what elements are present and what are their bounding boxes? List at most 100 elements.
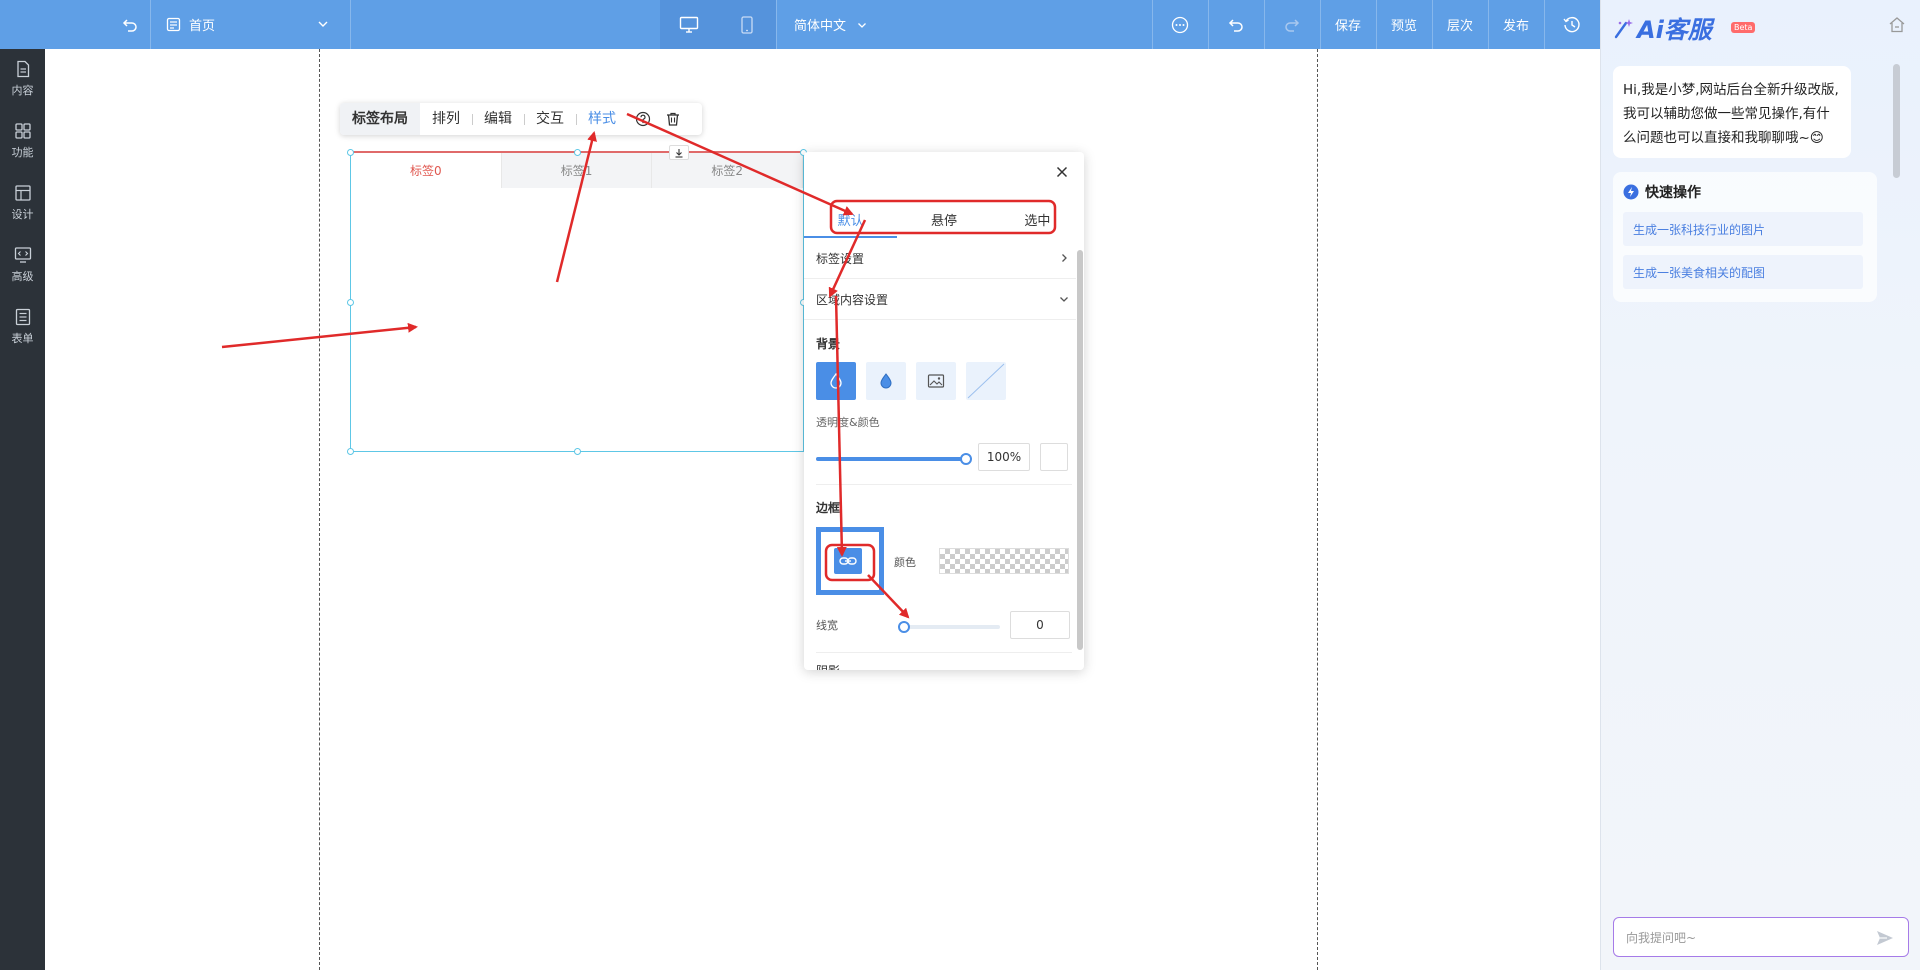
bg-type-transparent-button[interactable] xyxy=(966,362,1006,400)
sidebar-item-label: 设计 xyxy=(11,208,34,221)
home-button[interactable] xyxy=(1888,16,1906,38)
sidebar-item-content[interactable]: 内容 xyxy=(0,53,45,105)
form-icon xyxy=(15,308,30,326)
sidebar-item-label: 高级 xyxy=(11,270,34,283)
opacity-input[interactable]: 100% xyxy=(978,443,1030,471)
layers-button[interactable]: 层次 xyxy=(1432,0,1488,49)
help-button[interactable] xyxy=(628,103,658,135)
delete-button[interactable] xyxy=(658,103,688,135)
border-heading: 边框 xyxy=(816,501,841,515)
sidebar-item-form[interactable]: 表单 xyxy=(0,301,45,353)
widget-tab-0[interactable]: 标签0 xyxy=(351,153,502,188)
edit-button[interactable]: 编辑 xyxy=(472,103,524,135)
component-type-label: 标签布局 xyxy=(340,103,420,135)
ai-question-input[interactable] xyxy=(1626,928,1866,948)
quick-action-food-image[interactable]: 生成一张美食相关的配图 xyxy=(1623,255,1863,289)
state-tab-selected[interactable]: 选中 xyxy=(991,200,1084,238)
history-icon xyxy=(1563,16,1580,32)
border-width-label: 线宽 xyxy=(816,619,838,632)
style-panel: 默认 悬停 选中 标签设置 区域内容设置 背景 透明度&颜色 100% 边框 颜… xyxy=(804,152,1084,670)
resize-handle-n[interactable] xyxy=(574,149,581,156)
bg-type-image-button[interactable] xyxy=(916,362,956,400)
mobile-icon xyxy=(741,15,753,34)
redo-icon xyxy=(1285,18,1300,32)
redo-button[interactable] xyxy=(1264,0,1320,49)
sidebar-item-label: 功能 xyxy=(11,146,34,159)
language-label: 简体中文 xyxy=(793,19,846,34)
border-width-input[interactable]: 0 xyxy=(1010,611,1070,639)
content-area-settings-row[interactable]: 区域内容设置 xyxy=(804,279,1076,320)
desktop-view-button[interactable] xyxy=(660,0,718,49)
more-icon xyxy=(1171,16,1189,33)
top-bar: 首页 简体中文 保存 预览 层次 发布 xyxy=(0,0,1600,49)
history-button[interactable] xyxy=(1544,0,1600,49)
beta-badge: Beta xyxy=(1731,22,1756,33)
opacity-slider[interactable] xyxy=(816,453,972,465)
border-color-label: 颜色 xyxy=(894,556,916,569)
content-guide-right xyxy=(1317,49,1318,970)
sidebar-item-advanced[interactable]: 高级 xyxy=(0,239,45,291)
drop-outline-icon xyxy=(830,372,842,389)
quick-actions-card: 快速操作 生成一张科技行业的图片 生成一张美食相关的配图 xyxy=(1613,172,1877,302)
tab-settings-row[interactable]: 标签设置 xyxy=(804,238,1076,279)
background-type-options xyxy=(816,362,1006,400)
undo-icon xyxy=(1228,18,1243,32)
border-color-swatch[interactable] xyxy=(939,548,1069,574)
border-link-button[interactable] xyxy=(834,548,862,574)
arrange-button[interactable]: 排列 xyxy=(420,103,472,135)
chevron-down-icon xyxy=(1060,297,1068,302)
widget-tab-1[interactable]: 标签1 xyxy=(501,153,653,188)
divider xyxy=(816,652,1072,653)
resize-handle-nw[interactable] xyxy=(347,149,354,156)
tab-layout-widget[interactable]: 标签0 标签1 标签2 xyxy=(350,151,805,452)
opacity-slider-knob[interactable] xyxy=(960,453,972,465)
left-sidebar: 内容 功能 设计 高级 表单 xyxy=(0,49,45,970)
resize-handle-w[interactable] xyxy=(347,299,354,306)
section-label: 区域内容设置 xyxy=(816,292,889,307)
send-button[interactable] xyxy=(1876,930,1894,950)
ai-logo-text: Ai客服 xyxy=(1637,16,1712,44)
document-icon xyxy=(16,60,29,78)
style-button[interactable]: 样式 xyxy=(576,103,628,135)
undo-button[interactable] xyxy=(1208,0,1264,49)
lightning-icon xyxy=(1623,184,1639,200)
ai-greeting-message: Hi,我是小梦,网站后台全新升级改版,我可以辅助您做一些常见操作,有什么问题也可… xyxy=(1613,66,1851,158)
interaction-button[interactable]: 交互 xyxy=(524,103,576,135)
resize-handle-s[interactable] xyxy=(574,448,581,455)
background-color-swatch[interactable] xyxy=(1040,443,1068,471)
quick-actions-title: 快速操作 xyxy=(1623,182,1701,202)
state-tab-hover[interactable]: 悬停 xyxy=(897,200,990,238)
component-toolbar: 标签布局 排列 编辑 交互 样式 xyxy=(340,103,702,135)
quick-action-tech-image[interactable]: 生成一张科技行业的图片 xyxy=(1623,212,1863,246)
more-button[interactable] xyxy=(1152,0,1208,49)
bg-type-none-button[interactable] xyxy=(816,362,856,400)
state-tabs: 默认 悬停 选中 xyxy=(804,200,1084,238)
sidebar-item-design[interactable]: 设计 xyxy=(0,177,45,229)
close-button[interactable] xyxy=(1052,162,1072,182)
panel-scrollbar[interactable] xyxy=(1077,250,1083,650)
sidebar-item-features[interactable]: 功能 xyxy=(0,115,45,167)
insert-below-button[interactable] xyxy=(669,145,689,160)
download-icon xyxy=(675,148,683,158)
sidebar-item-label: 表单 xyxy=(11,332,34,345)
section-label: 标签设置 xyxy=(816,251,865,266)
layout-icon xyxy=(14,185,31,201)
save-button[interactable]: 保存 xyxy=(1320,0,1376,49)
border-width-slider-knob[interactable] xyxy=(898,621,910,633)
preview-button[interactable]: 预览 xyxy=(1376,0,1432,49)
mobile-view-button[interactable] xyxy=(718,0,776,49)
publish-button[interactable]: 发布 xyxy=(1488,0,1544,49)
page-selector[interactable]: 首页 xyxy=(150,0,350,49)
language-selector[interactable]: 简体中文 xyxy=(776,0,886,49)
image-icon xyxy=(927,374,945,388)
ai-logo: Ai客服 Beta xyxy=(1613,10,1756,45)
help-icon xyxy=(635,111,651,127)
border-width-slider[interactable] xyxy=(898,621,1000,633)
state-tab-default[interactable]: 默认 xyxy=(804,200,898,238)
page-name: 首页 xyxy=(189,19,216,34)
chat-scrollbar[interactable] xyxy=(1893,64,1900,178)
resize-handle-sw[interactable] xyxy=(347,448,354,455)
bg-type-color-button[interactable] xyxy=(866,362,906,400)
undo-nav-button[interactable] xyxy=(110,0,150,49)
page-icon xyxy=(166,17,181,32)
